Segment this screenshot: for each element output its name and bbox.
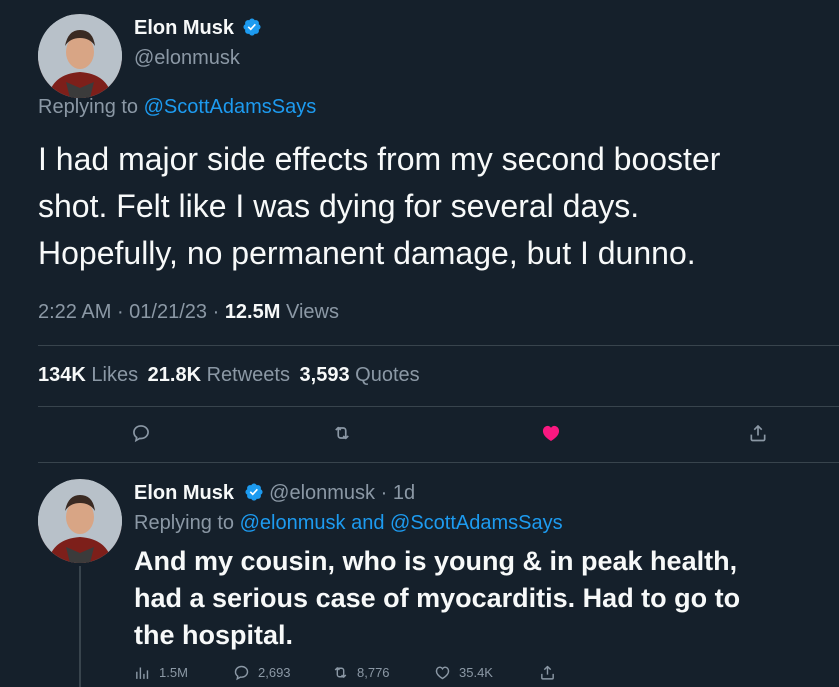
tweet-text-line: Hopefully, no permanent damage, but I du… bbox=[38, 235, 696, 271]
retweet-count: 8,776 bbox=[357, 665, 390, 680]
reply-header: Elon Musk @elonmusk · 1d bbox=[134, 482, 415, 505]
retweet-icon bbox=[334, 667, 347, 678]
likes-count: 134K bbox=[38, 364, 86, 386]
meta-separator: · bbox=[375, 482, 393, 504]
author-header: Elon Musk bbox=[134, 17, 262, 40]
tweet-text: And my cousin, who is young & in peak he… bbox=[134, 543, 740, 654]
divider bbox=[38, 462, 839, 463]
retweets-label: Retweets bbox=[206, 364, 290, 386]
views-button[interactable]: 1.5M bbox=[134, 664, 188, 681]
reply-icon bbox=[133, 425, 149, 443]
engagement-stats: 134K Likes 21.8K Retweets 3,593 Quotes bbox=[38, 364, 420, 387]
tweet-age[interactable]: 1d bbox=[393, 482, 415, 504]
reply-count: 2,693 bbox=[258, 665, 291, 680]
thread-line bbox=[79, 566, 81, 687]
tweet-date[interactable]: 01/21/23 bbox=[129, 301, 207, 323]
quotes-count: 3,593 bbox=[299, 364, 350, 386]
quotes-stat[interactable]: 3,593 Quotes bbox=[300, 364, 420, 386]
retweet-icon bbox=[335, 426, 349, 440]
views-count: 12.5M bbox=[224, 301, 281, 323]
retweet-button[interactable]: 8,776 bbox=[332, 664, 390, 681]
tweet-meta: 2:22 AM · 01/21/23 · 12.5M Views bbox=[38, 301, 339, 324]
like-button[interactable] bbox=[541, 423, 561, 443]
replying-to-link[interactable]: @ScottAdamsSays bbox=[144, 96, 317, 118]
replying-and: and bbox=[351, 512, 385, 534]
share-icon bbox=[541, 665, 554, 680]
replying-to-line: Replying to @ScottAdamsSays bbox=[38, 96, 316, 119]
views-icon bbox=[136, 667, 149, 679]
like-count: 35.4K bbox=[459, 665, 493, 680]
divider bbox=[38, 345, 839, 346]
quotes-label: Quotes bbox=[355, 364, 420, 386]
author-handle[interactable]: @elonmusk bbox=[269, 482, 375, 504]
tweet-text-line: And my cousin, who is young & in peak he… bbox=[134, 546, 738, 576]
share-icon bbox=[750, 425, 766, 442]
author-handle[interactable]: @elonmusk bbox=[134, 47, 240, 70]
replying-to-line: Replying to @elonmusk and @ScottAdamsSay… bbox=[134, 512, 563, 535]
author-name[interactable]: Elon Musk bbox=[134, 482, 234, 504]
views-count: 1.5M bbox=[159, 665, 188, 680]
heart-icon bbox=[542, 425, 560, 441]
retweets-count: 21.8K bbox=[147, 364, 202, 386]
reply-icon bbox=[234, 665, 249, 681]
share-button[interactable] bbox=[748, 423, 768, 443]
verified-badge-icon bbox=[245, 483, 263, 501]
tweet-text-line: shot. Felt like I was dying for several … bbox=[38, 188, 640, 224]
retweet-button[interactable] bbox=[332, 423, 352, 443]
retweets-stat[interactable]: 21.8K Retweets bbox=[148, 364, 290, 386]
meta-separator: · bbox=[116, 301, 130, 323]
meta-separator: · bbox=[212, 301, 225, 323]
views-label: Views bbox=[285, 301, 339, 323]
replying-prefix: Replying to bbox=[134, 512, 235, 534]
replying-to-link[interactable]: @ScottAdamsSays bbox=[390, 512, 563, 534]
tweet-text-line: the hospital. bbox=[134, 620, 294, 650]
verified-badge-icon bbox=[243, 18, 262, 36]
share-button[interactable] bbox=[539, 664, 564, 681]
tweet-time[interactable]: 2:22 AM bbox=[38, 301, 111, 323]
divider bbox=[38, 406, 839, 407]
tweet-text-line: had a serious case of myocarditis. Had t… bbox=[134, 583, 741, 613]
reply-button[interactable] bbox=[131, 423, 151, 443]
avatar[interactable] bbox=[38, 479, 122, 563]
replying-prefix: Replying to bbox=[38, 96, 139, 118]
likes-label: Likes bbox=[91, 364, 139, 386]
heart-icon bbox=[435, 666, 450, 680]
likes-stat[interactable]: 134K Likes bbox=[38, 364, 138, 386]
replying-to-link[interactable]: @elonmusk bbox=[240, 512, 346, 534]
tweet-text-line: I had major side effects from my second … bbox=[38, 141, 721, 177]
reply-button[interactable]: 2,693 bbox=[233, 664, 291, 681]
avatar[interactable] bbox=[38, 14, 122, 98]
author-name[interactable]: Elon Musk bbox=[134, 17, 234, 39]
tweet-text: I had major side effects from my second … bbox=[38, 136, 720, 277]
like-button[interactable]: 35.4K bbox=[434, 664, 493, 681]
